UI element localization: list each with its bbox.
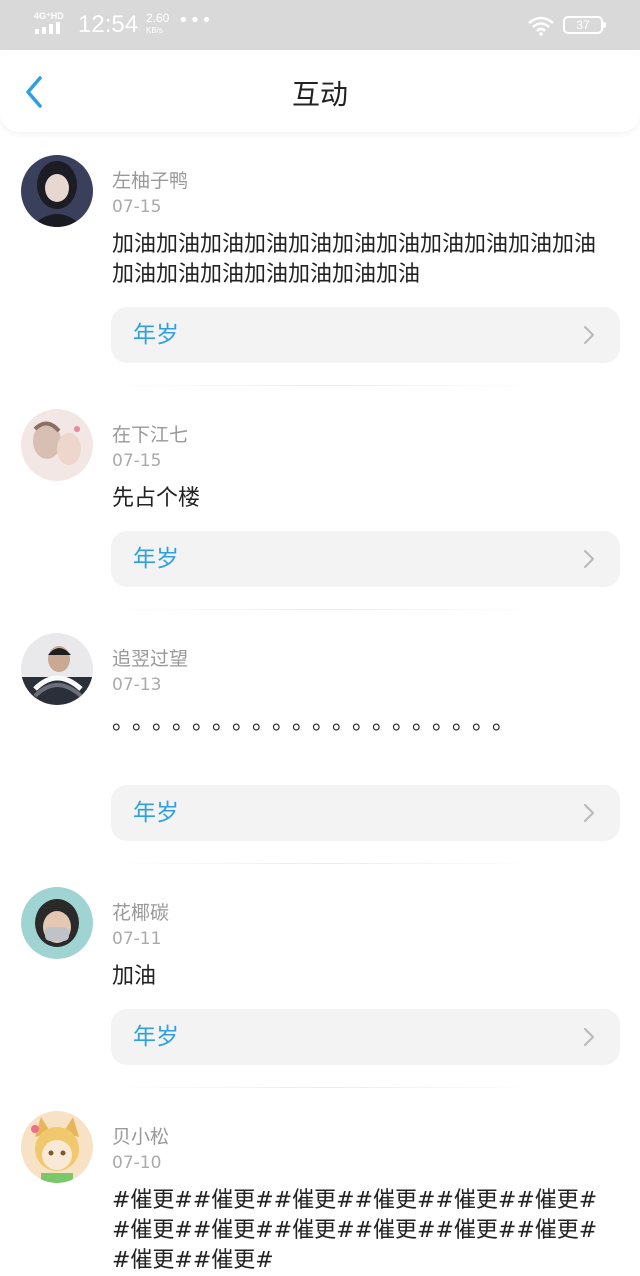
chevron-right-icon — [583, 325, 595, 345]
username[interactable]: 花椰碳 — [112, 902, 169, 924]
avatar[interactable] — [21, 633, 93, 705]
divider — [112, 385, 542, 386]
avatar[interactable] — [21, 409, 93, 481]
more-notifications-icon: ••• — [178, 10, 213, 31]
work-link-card[interactable]: 年岁 — [111, 307, 620, 363]
avatar[interactable] — [21, 155, 93, 227]
wifi-icon — [528, 16, 554, 36]
post-date: 07-15 — [112, 451, 162, 471]
username[interactable]: 左柚子鸭 — [112, 170, 188, 192]
username[interactable]: 追翌过望 — [112, 648, 188, 670]
divider — [112, 1087, 542, 1088]
chevron-right-icon — [583, 803, 595, 823]
chevron-right-icon — [583, 1027, 595, 1047]
divider — [112, 609, 542, 610]
battery-icon: 37 — [563, 16, 606, 34]
username[interactable]: 在下江七 — [112, 424, 188, 446]
avatar[interactable] — [21, 1111, 93, 1183]
work-link-card[interactable]: 年岁 — [111, 1009, 620, 1065]
post-content: 。。。。。。。。。。。。。。。。。。。。 — [112, 710, 524, 735]
avatar[interactable] — [21, 887, 93, 959]
header-bar: 互动 — [0, 50, 640, 132]
post-content: #催更##催更##催更##催更##催更##催更##催更##催更##催更##催更#… — [112, 1188, 598, 1273]
work-title: 年岁 — [133, 322, 179, 348]
post-date: 07-10 — [112, 1153, 162, 1173]
network-indicator: 4G⁺HD — [34, 11, 64, 21]
post-date: 07-11 — [112, 929, 162, 949]
work-title: 年岁 — [133, 800, 179, 826]
network-speed-unit: KB/s — [146, 26, 163, 35]
divider — [112, 863, 542, 864]
network-speed: 2.60 — [146, 11, 170, 25]
work-link-card[interactable]: 年岁 — [111, 531, 620, 587]
post-content: 加油加油加油加油加油加油加油加油加油加油加油加油加油加油加油加油加油加油 — [112, 232, 597, 287]
work-title: 年岁 — [133, 546, 179, 572]
signal-icon — [35, 22, 60, 34]
status-bar: 4G⁺HD 12:54 2.60 KB/s ••• 37 — [0, 0, 640, 50]
post-content: 先占个楼 — [112, 486, 201, 511]
chevron-right-icon — [583, 549, 595, 569]
work-link-card[interactable]: 年岁 — [111, 785, 620, 841]
post-date: 07-15 — [112, 197, 162, 217]
post-date: 07-13 — [112, 675, 162, 695]
page-title: 互动 — [291, 78, 348, 111]
username[interactable]: 贝小松 — [112, 1126, 169, 1148]
clock: 12:54 — [78, 11, 139, 38]
post-content: 加油 — [112, 964, 157, 989]
work-title: 年岁 — [133, 1024, 179, 1050]
